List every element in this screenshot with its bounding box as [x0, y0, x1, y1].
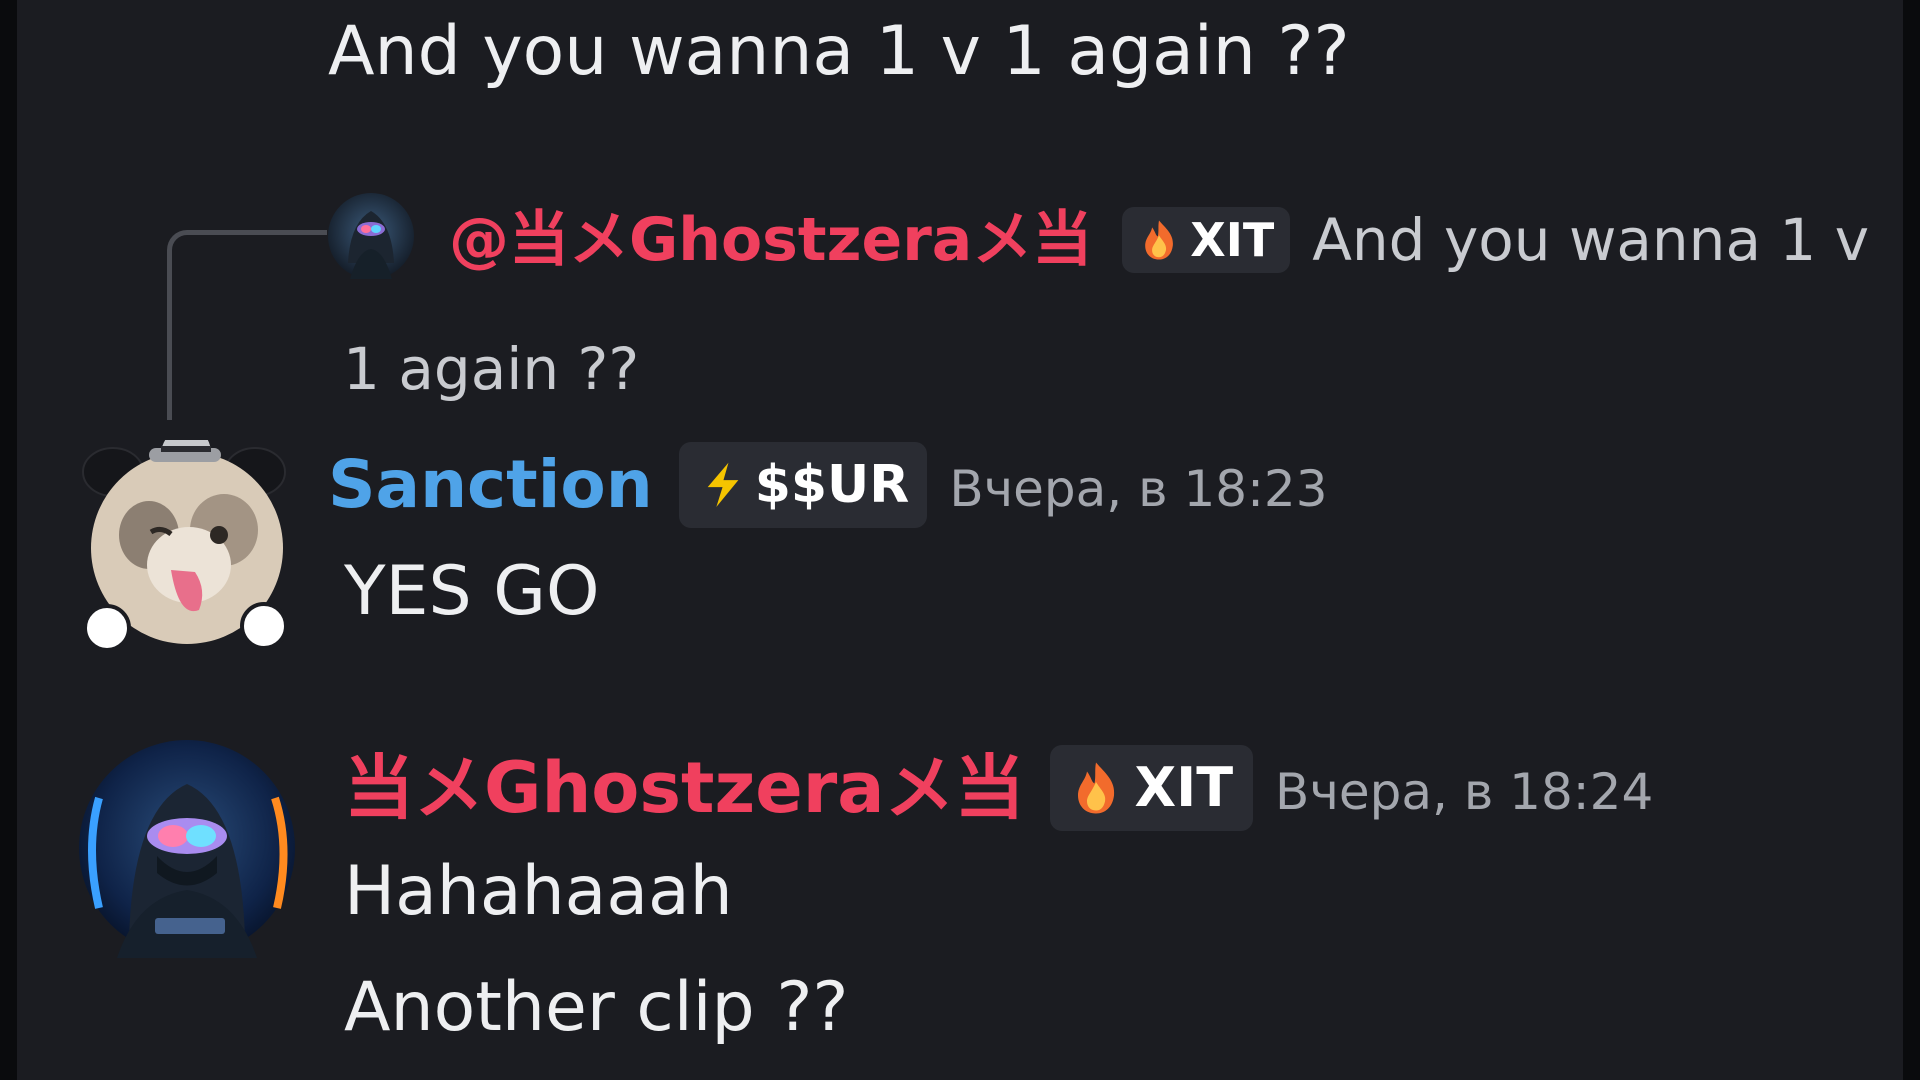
timestamp: Вчера, в 18:24 [1275, 763, 1654, 821]
cat-with-hat-avatar-icon [82, 432, 288, 652]
fire-icon [1145, 220, 1174, 260]
fire-icon [1078, 762, 1115, 814]
reply-preview-text-continued[interactable]: 1 again ?? [343, 340, 639, 398]
author-name[interactable]: Sanction [328, 452, 653, 518]
message-text: Another clip ?? [344, 968, 849, 1047]
role-tag-label: $$UR [754, 455, 910, 515]
ghostzera-avatar[interactable] [77, 738, 297, 958]
reply-author-avatar[interactable] [328, 193, 414, 279]
reply-preview-text[interactable]: And you wanna 1 v [1312, 211, 1869, 269]
message-text: Hahahaaah [344, 852, 733, 931]
hooded-figure-avatar-icon [79, 740, 295, 958]
hooded-figure-avatar-icon [328, 193, 414, 279]
reply-mention[interactable]: @当メGhostzeraメ当 [449, 210, 1092, 270]
message-text: YES GO [344, 552, 600, 631]
message-header: Sanction $$UR Вчера, в 18:23 [328, 442, 1328, 528]
reply-preview[interactable]: @当メGhostzeraメ当 XIT And you wanna 1 v [449, 207, 1869, 273]
reply-connector-line [167, 230, 327, 420]
role-tag: XIT [1122, 207, 1291, 273]
role-tag-label: XIT [1134, 756, 1234, 819]
role-tag-label: XIT [1190, 213, 1275, 267]
role-tag: XIT [1050, 745, 1254, 831]
sanction-avatar[interactable] [79, 432, 289, 652]
lightning-icon [704, 459, 741, 511]
message-text: And you wanna 1 v 1 again ?? [328, 12, 1350, 91]
timestamp: Вчера, в 18:23 [949, 460, 1328, 518]
message-header: 当メGhostzeraメ当 XIT Вчера, в 18:24 [344, 745, 1653, 831]
role-tag: $$UR [678, 442, 928, 528]
chat-message-list: And you wanna 1 v 1 again ?? @当メGhostzer… [17, 0, 1903, 1080]
author-name[interactable]: 当メGhostzeraメ当 [344, 753, 1024, 823]
